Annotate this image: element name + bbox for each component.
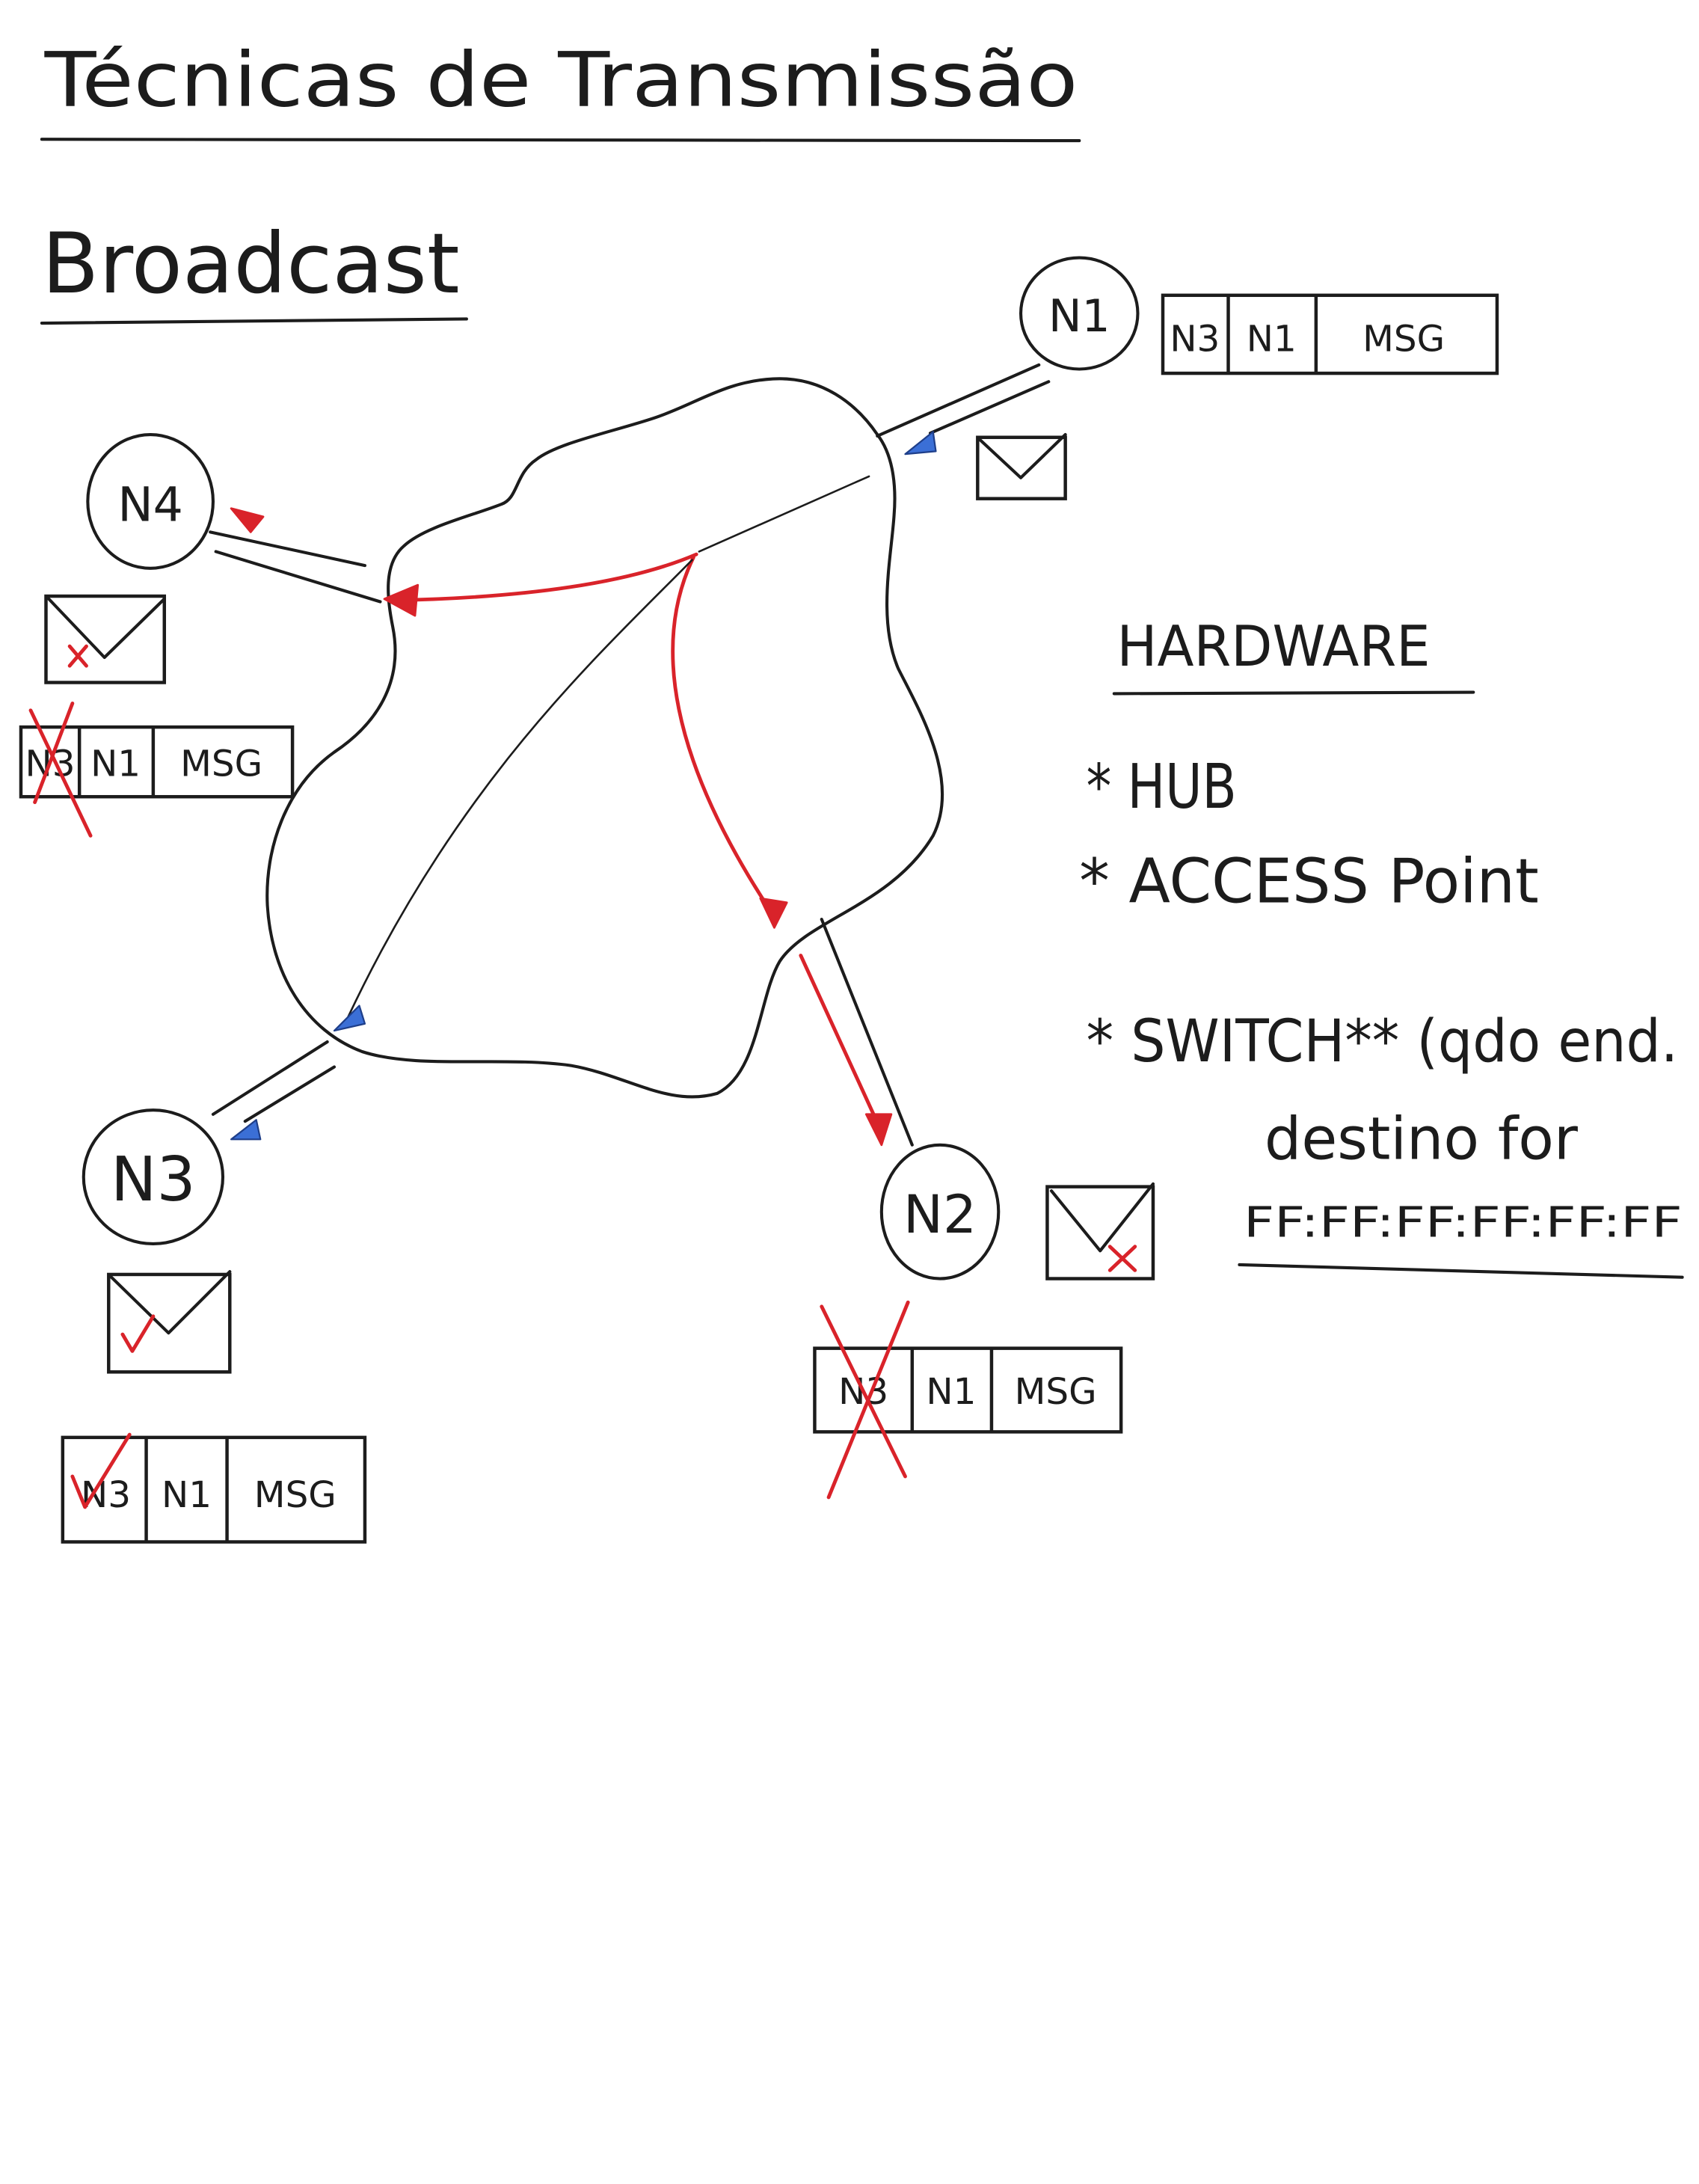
frame-n4: N3 N1 MSG (19, 702, 295, 838)
section-title: Broadcast (42, 215, 460, 313)
link-n4-b (214, 550, 382, 604)
node-n3-label: N3 (111, 1144, 195, 1215)
node-n4-label: N4 (117, 476, 183, 532)
broadcast-diagram: Técnicas de Transmissão Broadcast N1 N3 … (19, 37, 1684, 1544)
cloud-inbound-path (698, 475, 870, 553)
frame-n1-payload: MSG (1362, 318, 1445, 360)
frame-n4-src: N1 (90, 743, 141, 785)
arrow-head-n3 (230, 1119, 262, 1141)
frame-n3: N3 N1 MSG (61, 1432, 367, 1544)
frame-n2-src: N1 (926, 1371, 976, 1413)
hardware-item-access-point: * ACCESS Point (1079, 847, 1539, 918)
hardware-item-switch: * SWITCH** (qdo end. (1087, 1007, 1678, 1076)
arrow-head-n2-inner (759, 897, 788, 929)
hardware-heading: HARDWARE (1117, 614, 1431, 679)
forward-path-n3 (347, 559, 693, 1018)
envelope-n2-icon (1045, 1182, 1155, 1280)
frame-n4-payload: MSG (180, 743, 262, 785)
link-n1-a (876, 363, 1041, 438)
section-underline (40, 317, 468, 325)
x-mark-icon (67, 644, 88, 668)
hardware-item-hub: * HUB (1087, 752, 1237, 823)
forward-path-n2 (671, 555, 771, 910)
frame-n1-src: N1 (1247, 318, 1297, 360)
hardware-item-switch-note: destino for (1265, 1105, 1579, 1173)
envelope-n1-icon (976, 432, 1067, 500)
forward-path-n2-link (799, 954, 879, 1125)
check-mark-icon (120, 1314, 156, 1353)
node-n1-label: N1 (1048, 291, 1110, 343)
arrow-head-n1 (904, 431, 937, 455)
title-underline (40, 138, 1081, 143)
envelope-n3-icon (107, 1270, 232, 1374)
frame-n3-payload: MSG (254, 1474, 337, 1516)
arrow-head-n4 (230, 507, 265, 533)
frame-n2: N3 N1 MSG (813, 1300, 1123, 1500)
link-n1-b (928, 380, 1051, 435)
frame-n3-dest: N3 (81, 1474, 131, 1516)
arrow-head-n3-inner (333, 1004, 366, 1032)
broadcast-mac-address: FF:FF:FF:FF:FF:FF (1244, 1199, 1683, 1248)
link-n4-a (209, 530, 366, 568)
page-title: Técnicas de Transmissão (44, 37, 1078, 124)
frame-n2-payload: MSG (1015, 1371, 1097, 1413)
frame-n1: N3 N1 MSG (1161, 293, 1499, 375)
forward-path-n4 (393, 552, 698, 603)
link-n3-b (243, 1065, 337, 1123)
node-n2-label: N2 (903, 1183, 977, 1245)
link-n3-a (211, 1040, 329, 1116)
frame-n3-src: N1 (162, 1474, 212, 1516)
hardware-underline (1112, 690, 1475, 696)
envelope-n4-icon (44, 594, 167, 684)
frame-n1-dest: N3 (1170, 318, 1220, 360)
network-cloud (265, 377, 944, 1099)
notes-underline (1238, 1263, 1684, 1279)
arrow-head-n2 (864, 1113, 893, 1147)
x-mark-icon (1107, 1245, 1137, 1272)
